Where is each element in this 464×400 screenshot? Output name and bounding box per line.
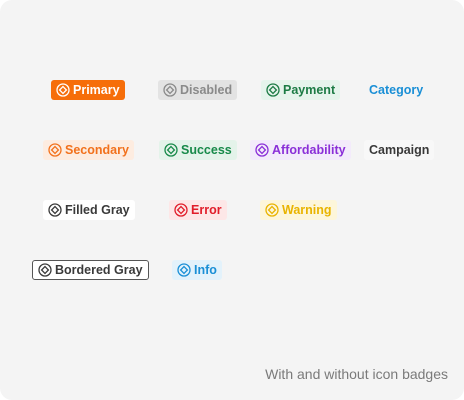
badge-label: Affordability [272,143,346,157]
badge-warning: Warning [260,200,337,220]
badge-primary: Primary [51,80,125,100]
badge-label: Error [191,203,222,217]
diamond-circle-icon [38,263,52,277]
badge-filled-gray: Filled Gray [43,200,135,220]
diamond-circle-icon [163,83,177,97]
diamond-circle-icon [266,83,280,97]
badge-label: Payment [283,83,336,97]
badge-campaign: Campaign [364,140,435,160]
badge-affordability: Affordability [250,140,351,160]
badge-success: Success [159,140,237,160]
badge-label: Primary [73,83,120,97]
badge-info: Info [172,260,222,280]
diamond-circle-icon [265,203,279,217]
badge-label: Info [194,263,217,277]
badge-secondary: Secondary [43,140,134,160]
diamond-circle-icon [56,83,70,97]
badge-label: Campaign [369,143,430,157]
badge-label: Disabled [180,83,233,97]
diamond-circle-icon [48,143,62,157]
diamond-circle-icon [177,263,191,277]
badge-showcase-panel: Primary Disabled Payment Category Second… [0,0,464,400]
badge-label: Bordered Gray [55,263,143,277]
badge-payment: Payment [261,80,341,100]
diamond-circle-icon [174,203,188,217]
badge-disabled: Disabled [158,80,238,100]
badge-category: Category [364,80,428,100]
diamond-circle-icon [164,143,178,157]
badge-label: Secondary [65,143,129,157]
badge-label: Filled Gray [65,203,130,217]
badge-label: Category [369,83,424,97]
diamond-circle-icon [48,203,62,217]
caption: With and without icon badges [265,366,448,382]
badge-label: Success [181,143,232,157]
diamond-circle-icon [255,143,269,157]
badge-bordered-gray: Bordered Gray [32,260,149,280]
badge-error: Error [169,200,227,220]
badge-label: Warning [282,203,332,217]
